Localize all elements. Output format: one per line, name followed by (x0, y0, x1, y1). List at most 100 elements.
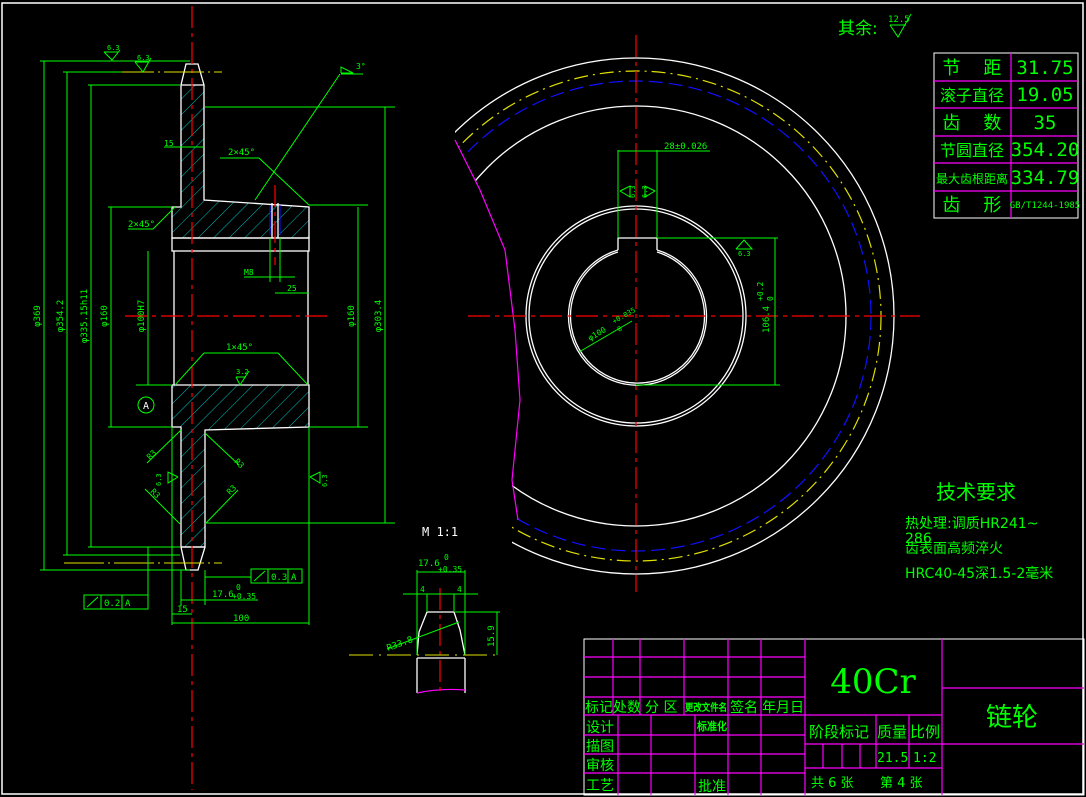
svg-text:12.5: 12.5 (888, 15, 910, 25)
runout-tolerance-2: 0.3 A (205, 568, 303, 584)
roughness-other: 其余: 12.5 (838, 13, 912, 39)
param-table: 节 距 31.75 滚子直径 19.05 齿 数 35 节圆直径 354.20 … (933, 52, 1080, 219)
svg-text:100: 100 (233, 614, 249, 624)
datum-a: A (143, 401, 149, 412)
drawing-frame (1, 2, 1084, 795)
svg-text:28±0.026: 28±0.026 (664, 142, 707, 152)
svg-text:热处理:调质HR241~: 热处理:调质HR241~ (905, 516, 1038, 532)
part-name: 链轮 (986, 703, 1038, 733)
svg-text:15: 15 (177, 605, 188, 615)
svg-text:6.3: 6.3 (629, 185, 637, 198)
param-label: 最大齿根距离 (936, 171, 1008, 186)
dim-phi335: φ335.15h11 (80, 289, 90, 343)
svg-text:其余:: 其余: (838, 19, 878, 39)
svg-text:0: 0 (766, 296, 775, 301)
svg-text:R3: R3 (233, 457, 246, 470)
svg-text:6.3: 6.3 (155, 473, 163, 486)
param-value: 19.05 (1016, 84, 1073, 106)
svg-text:HRC40-45深1.5-2毫米: HRC40-45深1.5-2毫米 (905, 565, 1053, 582)
param-value: 35 (1034, 112, 1057, 134)
svg-text:3°: 3° (356, 62, 366, 71)
section-view: φ369 φ354.2 φ335.15h11 φ160 φ100H7 φ160 … (33, 6, 395, 790)
svg-text:第 4 张: 第 4 张 (880, 776, 923, 791)
svg-text:A: A (125, 599, 131, 609)
svg-text:描图: 描图 (586, 739, 614, 755)
svg-text:R3: R3 (225, 483, 238, 496)
svg-text:M8: M8 (244, 268, 254, 277)
svg-text:25: 25 (287, 284, 297, 293)
front-view: 28±0.026 6.3 6.3 6.3 106.4 +0.2 0 φ100 +… (454, 35, 920, 592)
runout-tolerance-1: 0.2 A (83, 547, 149, 610)
svg-text:R3: R3 (149, 487, 162, 500)
param-value: 354.20 (1011, 139, 1080, 161)
svg-text:6.3: 6.3 (738, 250, 751, 258)
svg-text:更改文件名: 更改文件名 (685, 701, 727, 714)
svg-text:阶段标记: 阶段标记 (809, 723, 869, 741)
svg-text:+0.35: +0.35 (232, 592, 256, 601)
svg-text:0: 0 (236, 583, 241, 592)
param-value: 31.75 (1016, 57, 1073, 79)
dim-phi354: φ354.2 (56, 300, 66, 333)
param-label: 滚子直径 (940, 86, 1004, 105)
svg-text:+0.2: +0.2 (756, 282, 765, 301)
svg-text:审核: 审核 (586, 758, 614, 774)
detail-view-m: M 1:1 17.6 0 +0.35 4 4 R33.8 15.9 (349, 525, 500, 695)
svg-text:R3: R3 (145, 448, 158, 461)
svg-text:分 区: 分 区 (645, 700, 677, 716)
dim-phi303: φ303.4 (374, 300, 384, 333)
svg-text:17.6: 17.6 (418, 559, 440, 569)
svg-text:处数: 处数 (613, 700, 641, 716)
svg-text:0.2: 0.2 (104, 599, 120, 609)
param-value: 334.79 (1011, 167, 1080, 189)
svg-text:年月日: 年月日 (762, 700, 804, 716)
param-label: 节圆直径 (940, 141, 1004, 160)
svg-text:0: 0 (444, 553, 449, 562)
dim-phi369: φ369 (33, 305, 43, 327)
svg-text:3.2: 3.2 (236, 368, 249, 376)
svg-text:标准化: 标准化 (696, 719, 727, 733)
svg-text:106.4: 106.4 (762, 306, 772, 333)
svg-text:0.3: 0.3 (271, 573, 287, 583)
svg-text:6.3: 6.3 (107, 44, 120, 52)
svg-text:φ100: φ100 (587, 325, 608, 343)
detail-title: M 1:1 (422, 525, 458, 539)
tech-title: 技术要求 (936, 480, 1016, 504)
svg-text:工艺: 工艺 (586, 778, 614, 794)
svg-text:2×45°: 2×45° (228, 148, 255, 158)
param-label: 齿 形 (943, 195, 1002, 216)
svg-text:签名: 签名 (730, 699, 758, 716)
title-block: 标记 处数 分 区 更改文件名 签名 年月日 设计 描图 审核 工艺 标准化 批… (583, 638, 1085, 796)
technical-requirements: 技术要求 热处理:调质HR241~ 286 齿表面高频淬火 HRC40-45深1… (905, 480, 1053, 582)
svg-text:设计: 设计 (586, 720, 614, 736)
dim-phi160: φ160 (100, 305, 110, 327)
svg-text:+0.35: +0.35 (438, 565, 462, 574)
param-value: GB/T1244-1985 (1010, 201, 1080, 211)
material: 40Cr (830, 662, 916, 702)
svg-text:6.3: 6.3 (641, 185, 649, 198)
svg-text:6.3: 6.3 (137, 54, 150, 62)
svg-text:6.3: 6.3 (321, 474, 329, 487)
svg-text:共 6 张: 共 6 张 (811, 776, 854, 791)
svg-text:2×45°: 2×45° (128, 220, 155, 230)
cad-drawing: 其余: 12.5 节 距 31.75 滚子直径 19.05 齿 数 35 节圆直… (1, 2, 1085, 796)
scale-value: 1:2 (913, 751, 936, 766)
svg-text:1×45°: 1×45° (226, 343, 253, 353)
svg-text:4: 4 (457, 585, 462, 594)
svg-text:15.9: 15.9 (487, 625, 497, 647)
svg-text:标记: 标记 (585, 700, 613, 716)
svg-text:15: 15 (164, 139, 174, 148)
svg-text:比例: 比例 (910, 723, 940, 741)
dim-phi160-right: φ160 (347, 305, 357, 327)
svg-text:质量: 质量 (877, 723, 907, 741)
mass-value: 21.5 (877, 751, 908, 766)
param-label: 齿 数 (943, 113, 1002, 134)
svg-text:17.6: 17.6 (212, 590, 234, 600)
svg-text:A: A (291, 573, 297, 583)
dim-phi100: φ100H7 (137, 300, 147, 333)
svg-text:4: 4 (420, 585, 425, 594)
svg-text:齿表面高频淬火: 齿表面高频淬火 (905, 540, 1003, 557)
svg-text:R33.8: R33.8 (386, 635, 415, 654)
param-label: 节 距 (943, 58, 1002, 79)
svg-text:批准: 批准 (698, 779, 726, 795)
break-line (454, 139, 521, 521)
